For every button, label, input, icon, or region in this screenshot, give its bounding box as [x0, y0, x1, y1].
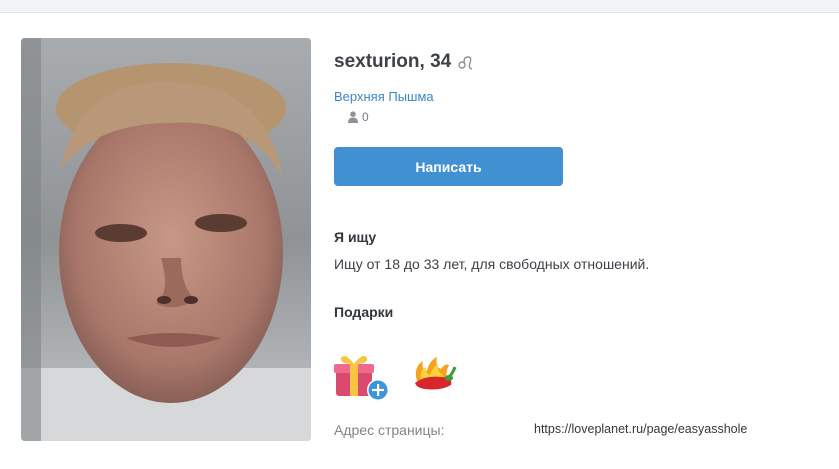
gifts-title: Подарки [334, 304, 394, 320]
profile-photo[interactable] [21, 38, 311, 441]
leo-zodiac-icon[interactable] [457, 54, 475, 72]
city-link[interactable]: Верхняя Пышма [334, 89, 434, 104]
chili-pepper-fire-icon[interactable] [411, 355, 457, 395]
looking-for-title: Я ищу [334, 229, 377, 245]
looking-for-text: Ищу от 18 до 33 лет, для свободных отнош… [334, 256, 650, 272]
gift-box-add-icon[interactable] [333, 350, 391, 402]
page-address-label: Адрес страницы: [334, 422, 445, 438]
followers-count: 0 [348, 110, 369, 124]
followers-value: 0 [362, 110, 369, 124]
profile-card: sexturion, 34 Верхняя Пышма 0 Написать Я… [0, 12, 839, 469]
name-row: sexturion, 34 [334, 50, 475, 74]
profile-name-age: sexturion, 34 [334, 51, 452, 72]
page-address-link[interactable]: https://loveplanet.ru/page/easyasshole [534, 422, 747, 436]
write-message-button[interactable]: Написать [334, 147, 563, 186]
person-icon [348, 111, 358, 123]
